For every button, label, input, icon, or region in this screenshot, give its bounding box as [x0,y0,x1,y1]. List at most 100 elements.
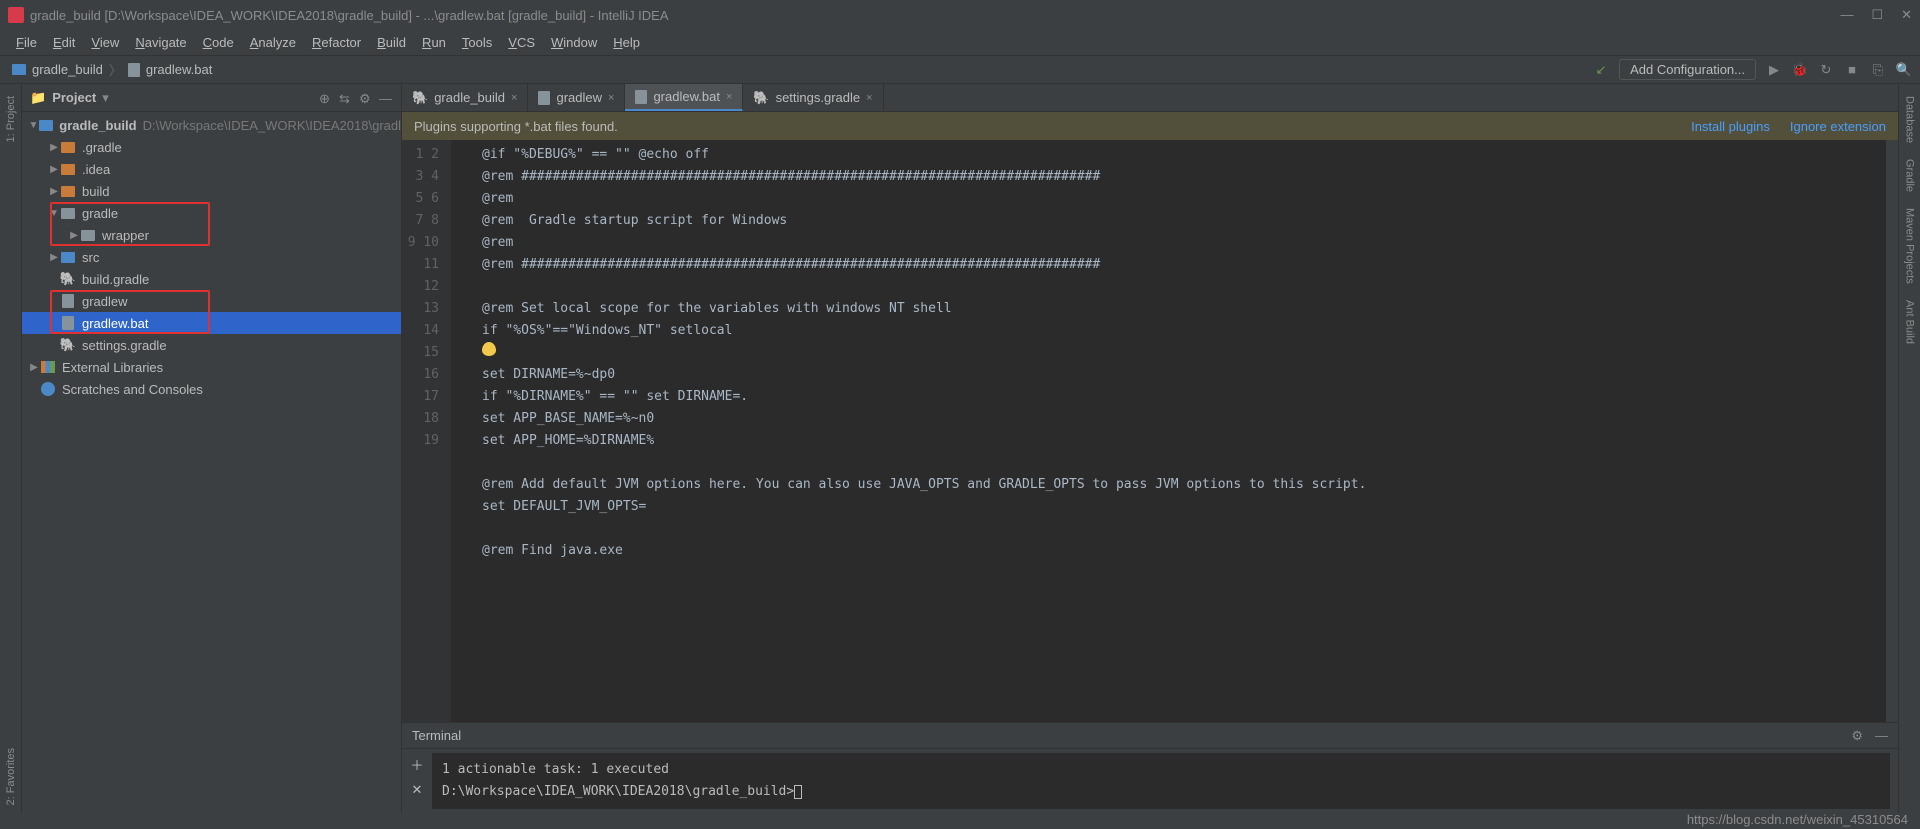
terminal-content[interactable]: 1 actionable task: 1 executedD:\Workspac… [432,753,1890,809]
window-title: gradle_build [D:\Workspace\IDEA_WORK\IDE… [30,8,1840,23]
vcs-icon[interactable]: ⎘ [1870,62,1886,78]
tree-item-src[interactable]: ▶src [22,246,401,268]
tree-external-libs[interactable]: ▶External Libraries [22,356,401,378]
minimize-button[interactable]: — [1840,7,1853,23]
editor-tabs: 🐘gradle_build×gradlew×gradlew.bat×🐘setti… [402,84,1898,112]
close-button[interactable]: ✕ [1901,7,1912,23]
close-icon[interactable]: × [726,91,732,103]
banner-message: Plugins supporting *.bat files found. [414,119,618,134]
menubar: FileEditViewNavigateCodeAnalyzeRefactorB… [0,30,1920,56]
toolbar-right: ↙ Add Configuration... ▶ 🐞 ↻ ■ ⎘ 🔍 [1593,59,1912,80]
maximize-button[interactable]: ☐ [1871,7,1883,23]
close-icon[interactable]: × [866,92,872,104]
right-gutter: DatabaseGradleMaven ProjectsAnt Build [1898,84,1920,813]
plugins-banner: Plugins supporting *.bat files found. In… [402,112,1898,140]
locate-icon[interactable]: ⊕ [319,91,333,105]
tree-item-build-gradle[interactable]: 🐘build.gradle [22,268,401,290]
tool-tab-database[interactable]: Database [1902,88,1918,151]
tree-item-wrapper[interactable]: ▶wrapper [22,224,401,246]
menu-run[interactable]: Run [414,33,454,52]
close-icon[interactable]: × [511,92,517,104]
tree-item-gradlew[interactable]: gradlew [22,290,401,312]
terminal-panel: Terminal ⚙ — ＋ ✕ 1 actionable task: 1 ex… [402,722,1898,813]
banner-install-link[interactable]: Install plugins [1691,119,1770,134]
project-panel: 📁 Project ▾ ⊕ ⇆ ⚙ — ▼gradle_buildD:\Work… [22,84,402,813]
tool-tab-project[interactable]: 1: Project [3,88,19,150]
tree-item-gradlew-bat[interactable]: gradlew.bat [22,312,401,334]
close-icon[interactable]: × [608,92,614,104]
run-config-dropdown[interactable]: Add Configuration... [1619,59,1756,80]
tool-tab-maven-projects[interactable]: Maven Projects [1902,200,1918,292]
collapse-icon[interactable]: ⇆ [339,91,353,105]
app-icon [8,7,24,23]
breadcrumb-file[interactable]: gradlew.bat [124,62,217,77]
menu-analyze[interactable]: Analyze [242,33,304,52]
terminal-title: Terminal [412,728,461,743]
intention-bulb-icon[interactable] [482,342,496,356]
breadcrumb-root[interactable]: gradle_build [8,62,107,77]
menu-window[interactable]: Window [543,33,605,52]
terminal-body: ＋ ✕ 1 actionable task: 1 executedD:\Work… [402,749,1898,813]
tab-settings-gradle[interactable]: 🐘settings.gradle× [743,84,883,111]
tool-tab-ant-build[interactable]: Ant Build [1902,292,1918,352]
tree-item-gradle[interactable]: ▼gradle [22,202,401,224]
tool-tab-gradle[interactable]: Gradle [1902,151,1918,200]
project-panel-title: Project [52,90,96,105]
run-icon[interactable]: ▶ [1766,62,1782,78]
line-gutter: 1 2 3 4 5 6 7 8 9 10 11 12 13 14 15 16 1… [402,140,452,722]
left-gutter: 1: Project 2: Favorites [0,84,22,813]
code-wrap: 1 2 3 4 5 6 7 8 9 10 11 12 13 14 15 16 1… [402,140,1898,722]
banner-ignore-link[interactable]: Ignore extension [1790,119,1886,134]
project-view-dropdown-icon[interactable]: ▾ [102,90,109,106]
terminal-header: Terminal ⚙ — [402,723,1898,749]
stop-icon[interactable]: ■ [1844,62,1860,78]
hide-terminal-icon[interactable]: — [1875,728,1888,743]
menu-help[interactable]: Help [605,33,648,52]
breadcrumb-label: gradle_build [32,62,103,77]
menu-code[interactable]: Code [195,33,242,52]
search-icon[interactable]: 🔍 [1896,62,1912,78]
watermark: https://blog.csdn.net/weixin_45310564 [1687,812,1908,827]
project-folder-icon: 📁 [30,90,46,106]
menu-tools[interactable]: Tools [454,33,500,52]
titlebar: gradle_build [D:\Workspace\IDEA_WORK\IDE… [0,0,1920,30]
main-row: 1: Project 2: Favorites 📁 Project ▾ ⊕ ⇆ … [0,84,1920,813]
terminal-tools: ＋ ✕ [402,749,432,813]
terminal-cursor [794,785,802,799]
folder-icon [12,64,26,75]
gear-icon[interactable]: ⚙ [1851,728,1863,744]
menu-edit[interactable]: Edit [45,33,83,52]
tree-root[interactable]: ▼gradle_buildD:\Workspace\IDEA_WORK\IDEA… [22,114,401,136]
hide-panel-icon[interactable]: — [379,91,393,105]
tree-item-build[interactable]: ▶build [22,180,401,202]
run-with-coverage-icon[interactable]: ↻ [1818,62,1834,78]
window-controls: — ☐ ✕ [1840,7,1912,23]
debug-icon[interactable]: 🐞 [1792,62,1808,78]
file-icon [128,63,140,77]
tab-gradlew-bat[interactable]: gradlew.bat× [625,84,743,111]
terminal-add-icon[interactable]: ＋ [410,755,423,774]
tree-item--gradle[interactable]: ▶.gradle [22,136,401,158]
tab-gradlew[interactable]: gradlew× [528,84,625,111]
tree-item--idea[interactable]: ▶.idea [22,158,401,180]
editor-scrollbar[interactable] [1886,140,1898,722]
gear-icon[interactable]: ⚙ [359,91,373,105]
menu-file[interactable]: File [8,33,45,52]
menu-refactor[interactable]: Refactor [304,33,369,52]
menu-vcs[interactable]: VCS [500,33,543,52]
breadcrumb-sep: 〉 [109,60,122,79]
build-status-icon[interactable]: ↙ [1593,62,1609,78]
terminal-close-icon[interactable]: ✕ [412,782,423,798]
project-panel-header: 📁 Project ▾ ⊕ ⇆ ⚙ — [22,84,401,112]
tree-scratches[interactable]: Scratches and Consoles [22,378,401,400]
tree-item-settings-gradle[interactable]: 🐘settings.gradle [22,334,401,356]
nav-toolbar: gradle_build 〉 gradlew.bat ↙ Add Configu… [0,56,1920,84]
menu-build[interactable]: Build [369,33,414,52]
project-tree[interactable]: ▼gradle_buildD:\Workspace\IDEA_WORK\IDEA… [22,112,401,813]
tool-tab-favorites[interactable]: 2: Favorites [3,740,19,813]
editor-area: 🐘gradle_build×gradlew×gradlew.bat×🐘setti… [402,84,1898,722]
menu-view[interactable]: View [83,33,127,52]
tab-gradle_build[interactable]: 🐘gradle_build× [402,84,528,111]
code-editor[interactable]: @if "%DEBUG%" == "" @echo off @rem #####… [452,140,1898,722]
menu-navigate[interactable]: Navigate [127,33,194,52]
